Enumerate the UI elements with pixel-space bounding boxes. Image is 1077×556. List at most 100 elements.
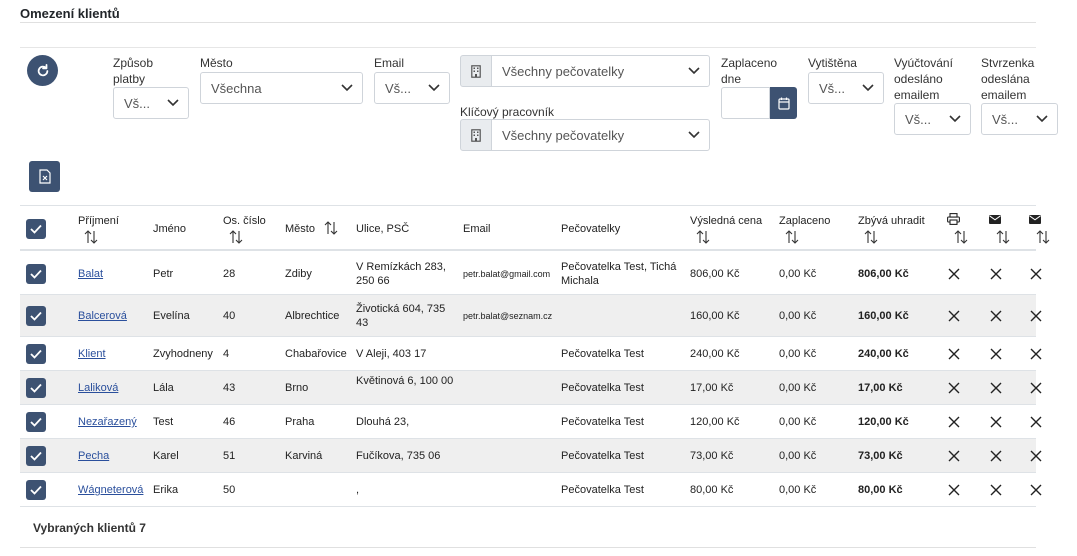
cell-firstname: Lála [153, 382, 174, 394]
billing-not-sent-icon [990, 450, 1002, 462]
title-divider [20, 22, 1036, 23]
table-row: Pecha Karel 51 Karviná Fučíkova, 735 06 Pečov… [20, 439, 1042, 473]
check-icon [30, 417, 42, 427]
receipt-not-sent-icon [1030, 416, 1042, 428]
cell-street: Fučíkova, 735 06 [356, 450, 441, 462]
check-icon [30, 269, 42, 279]
th-paid[interactable]: Zaplaceno [779, 214, 830, 228]
th-number[interactable]: Os. číslo [223, 214, 266, 228]
printed-select[interactable]: Vš... [808, 72, 884, 104]
key-worker-select[interactable]: Všechny pečovatelky [491, 119, 710, 151]
page-title: Omezení klientů [20, 6, 120, 21]
email-filter-label: Email [374, 56, 405, 70]
cell-city: Karviná [285, 450, 323, 462]
selected-count: Vybraných klientů 7 [33, 521, 146, 535]
table-row: Wágneterová Erika 50, Pečovatelka Test 80,00… [20, 473, 1042, 507]
not-printed-icon [948, 348, 960, 360]
billing-sent-select-value: Vš... [905, 111, 932, 127]
cell-caregivers: Pečovatelka Test, Tichá Michala [561, 260, 677, 287]
cell-city: Zdiby [285, 267, 312, 280]
cell-caregivers: Pečovatelka Test [561, 348, 644, 360]
chevron-down-icon [688, 67, 700, 75]
caregiver-addon [460, 55, 492, 87]
row-checkbox[interactable] [26, 480, 46, 500]
row-checkbox[interactable] [26, 344, 46, 364]
th-total[interactable]: Výsledná cena [690, 214, 762, 228]
client-name-link[interactable]: Balcerová [78, 309, 127, 323]
cell-paid: 0,00 Kč [779, 484, 817, 496]
row-checkbox[interactable] [26, 306, 46, 326]
th-remaining[interactable]: Zbývá uhradit [858, 214, 925, 228]
cell-total: 806,00 Kč [690, 267, 740, 280]
th-city[interactable]: Město [285, 222, 315, 236]
sort-icon[interactable] [1036, 230, 1050, 244]
billing-not-sent-icon [990, 348, 1002, 360]
cell-number: 46 [223, 416, 236, 428]
row-checkbox[interactable] [26, 446, 46, 466]
cell-firstname: Test [153, 416, 174, 428]
sort-icon[interactable] [84, 230, 98, 244]
client-name-link[interactable]: Balat [78, 267, 103, 281]
printed-label: Vytištěna [808, 56, 857, 70]
key-worker-label: Klíčový pracovník [460, 105, 555, 119]
cell-remaining: 120,00 Kč [858, 416, 909, 428]
sort-icon[interactable] [324, 221, 338, 235]
billing-not-sent-icon [990, 416, 1002, 428]
cell-city: Praha [285, 416, 315, 428]
sort-icon[interactable] [996, 230, 1010, 244]
billing-sent-label: Vyúčtování odesláno emailem [894, 56, 953, 102]
city-select-value: Všechna [211, 80, 262, 96]
payment-select[interactable]: Vš... [113, 87, 189, 119]
client-name-link[interactable]: Pecha [78, 449, 109, 463]
caregiver-select[interactable]: Všechny pečovatelky [491, 55, 710, 87]
check-icon [30, 311, 42, 321]
billing-sent-select[interactable]: Vš... [894, 103, 971, 135]
filter-divider [20, 47, 1036, 48]
sort-icon[interactable] [785, 230, 799, 244]
city-select[interactable]: Všechna [200, 72, 363, 104]
client-name-link[interactable]: Klient [78, 347, 106, 361]
row-checkbox[interactable] [26, 378, 46, 398]
cell-street: V Aleji, 403 17 [356, 348, 427, 360]
refresh-icon [37, 63, 48, 76]
sort-icon[interactable] [229, 230, 243, 244]
th-surname[interactable]: Příjmení [78, 214, 119, 228]
chevron-down-icon [1036, 115, 1048, 123]
cell-paid: 0,00 Kč [779, 416, 817, 428]
select-all-checkbox[interactable] [26, 219, 46, 239]
building-icon [471, 128, 481, 142]
cell-street: Květinová 6, 100 00 [356, 375, 454, 387]
key-worker-addon [460, 119, 492, 151]
client-name-link[interactable]: Nezařazený [78, 415, 137, 429]
cell-remaining: 160,00 Kč [858, 310, 909, 322]
receipt-sent-select[interactable]: Vš... [981, 103, 1058, 135]
cell-paid: 0,00 Kč [779, 267, 817, 280]
cell-total: 17,00 Kč [690, 382, 734, 394]
cell-remaining: 806,00 Kč [858, 267, 909, 280]
sort-icon[interactable] [864, 230, 878, 244]
row-checkbox[interactable] [26, 412, 46, 432]
row-checkbox[interactable] [26, 263, 46, 284]
paid-date-label: Zaplaceno dne [721, 56, 778, 86]
not-printed-icon [948, 416, 960, 428]
sort-icon[interactable] [954, 230, 968, 244]
chevron-down-icon [341, 84, 353, 92]
sort-icon[interactable] [696, 230, 710, 244]
client-name-link[interactable]: Wágneterová [78, 483, 143, 497]
refresh-button[interactable] [27, 55, 58, 86]
cell-remaining: 80,00 Kč [858, 484, 903, 496]
client-name-link[interactable]: Laliková [78, 381, 118, 395]
printed-select-value: Vš... [819, 80, 846, 96]
chevron-down-icon [688, 131, 700, 139]
building-icon [471, 64, 481, 78]
billing-not-sent-icon [990, 484, 1002, 496]
calendar-button[interactable] [770, 87, 797, 119]
envelope-icon [1029, 215, 1041, 224]
cell-city: Brno [285, 382, 309, 394]
not-printed-icon [948, 268, 960, 279]
email-select[interactable]: Vš... [374, 72, 450, 104]
export-excel-button[interactable] [29, 161, 60, 192]
cell-firstname: Petr [153, 267, 174, 280]
paid-date-input[interactable] [721, 87, 770, 119]
cell-number: 43 [223, 382, 236, 394]
